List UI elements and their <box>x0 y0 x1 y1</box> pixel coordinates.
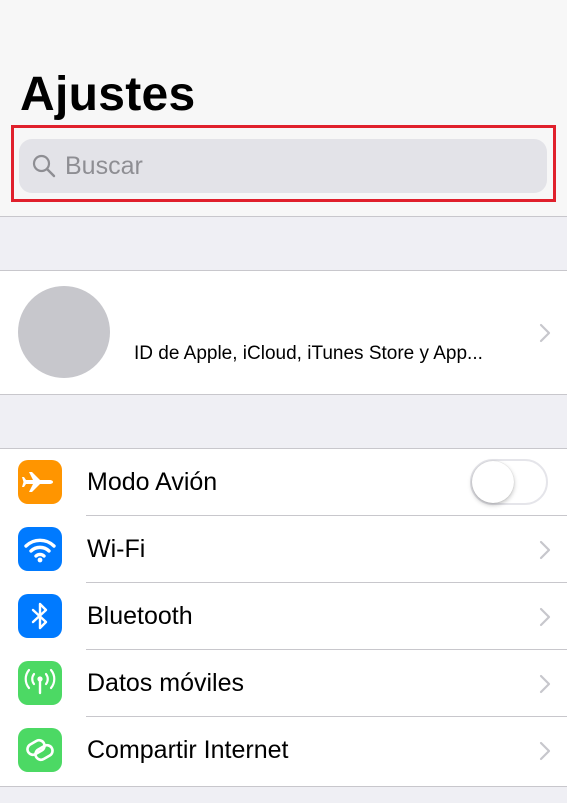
chevron-right-icon <box>539 607 551 627</box>
navigation-header: Ajustes <box>0 0 567 217</box>
avatar <box>18 286 110 378</box>
search-icon <box>32 154 56 178</box>
apple-id-profile-row[interactable]: ID de Apple, iCloud, iTunes Store y App.… <box>0 270 567 395</box>
settings-row-label: Datos móviles <box>87 669 244 697</box>
chevron-right-icon <box>539 741 551 761</box>
settings-row-label: Bluetooth <box>87 602 193 630</box>
settings-row-label: Compartir Internet <box>87 736 289 764</box>
bluetooth-icon <box>18 594 62 638</box>
airplane-icon <box>18 460 62 504</box>
hotspot-link-icon <box>18 728 62 772</box>
settings-row-personal-hotspot[interactable]: Compartir Internet <box>0 717 567 784</box>
settings-row-label: Modo Avión <box>87 468 218 496</box>
settings-row-bluetooth[interactable]: Bluetooth <box>0 583 567 650</box>
chevron-right-icon <box>539 674 551 694</box>
profile-subtitle: ID de Apple, iCloud, iTunes Store y App.… <box>134 343 483 364</box>
search-input[interactable] <box>65 139 535 193</box>
settings-screen: Ajustes ID de Apple, iCloud, iTunes Stor… <box>0 0 567 803</box>
wifi-icon <box>18 527 62 571</box>
settings-row-label: Wi-Fi <box>87 535 146 563</box>
settings-row-airplane-mode[interactable]: Modo Avión <box>0 449 567 516</box>
search-bar[interactable] <box>19 139 547 193</box>
settings-row-mobile-data[interactable]: Datos móviles <box>0 650 567 717</box>
chevron-right-icon <box>539 540 551 560</box>
page-title: Ajustes <box>20 68 196 121</box>
antenna-icon <box>18 661 62 705</box>
settings-list: Modo Avión Wi-Fi Bluetooth Datos móviles… <box>0 448 567 787</box>
chevron-right-icon <box>539 323 551 343</box>
settings-row-wifi[interactable]: Wi-Fi <box>0 516 567 583</box>
airplane-mode-toggle[interactable] <box>470 459 548 505</box>
toggle-knob <box>472 461 514 503</box>
